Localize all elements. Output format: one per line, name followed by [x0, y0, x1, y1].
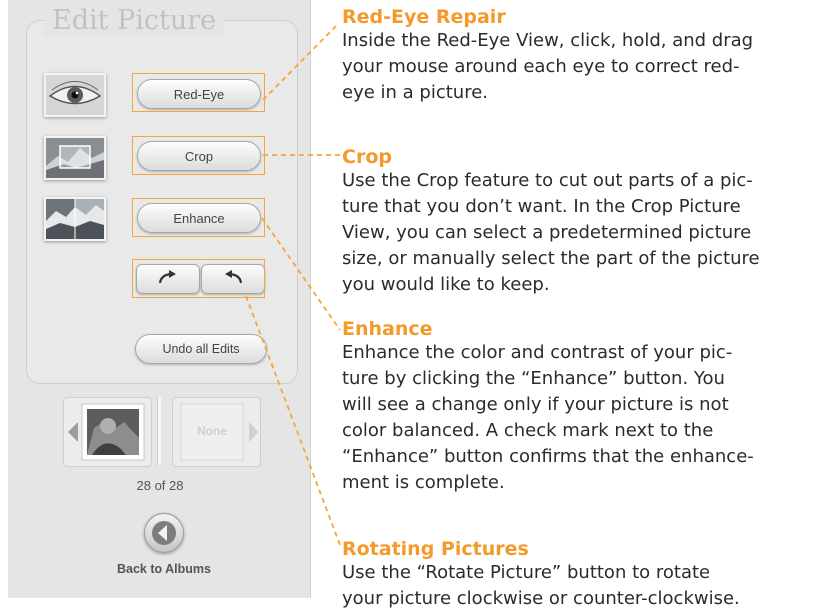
- crop-text-line: you would like to keep.: [342, 274, 550, 295]
- rotating-text-line: Use the “Rotate Picture” button to rotat…: [342, 562, 711, 583]
- crop-heading: Crop: [342, 146, 392, 168]
- crop-text-line: size, or manually select the part of the…: [342, 248, 760, 269]
- crop-text-line: View, you can select a predetermined pic…: [342, 222, 752, 243]
- enhance-description: Enhance Enhance the color and contrast o…: [342, 318, 812, 496]
- crop-text-line: ture that you don’t want. In the Crop Pi…: [342, 196, 741, 217]
- enhance-text-line: “Enhance” button confirms that the enhan…: [342, 446, 754, 467]
- rotating-text-line: your picture clockwise or counter-clockw…: [342, 588, 740, 609]
- red-eye-text-line: Inside the Red-Eye View, click, hold, an…: [342, 30, 754, 51]
- enhance-text-line: Enhance the color and contrast of your p…: [342, 342, 733, 363]
- red-eye-text-line: your mouse around each eye to correct re…: [342, 56, 740, 77]
- enhance-text-line: color balanced. A check mark next to the: [342, 420, 714, 441]
- rotating-description: Rotating Pictures Use the “Rotate Pictur…: [342, 538, 812, 612]
- enhance-text-line: will see a change only if your picture i…: [342, 394, 729, 415]
- enhance-heading: Enhance: [342, 318, 433, 340]
- crop-description: Crop Use the Crop feature to cut out par…: [342, 146, 812, 298]
- enhance-text-line: ture by clicking the “Enhance” button. Y…: [342, 368, 725, 389]
- enhance-text-line: ment is complete.: [342, 472, 505, 493]
- red-eye-heading: Red-Eye Repair: [342, 6, 506, 28]
- red-eye-description: Red-Eye Repair Inside the Red-Eye View, …: [342, 6, 812, 106]
- crop-text-line: Use the Crop feature to cut out parts of…: [342, 170, 753, 191]
- red-eye-text-line: eye in a picture.: [342, 82, 488, 103]
- rotating-heading: Rotating Pictures: [342, 538, 529, 560]
